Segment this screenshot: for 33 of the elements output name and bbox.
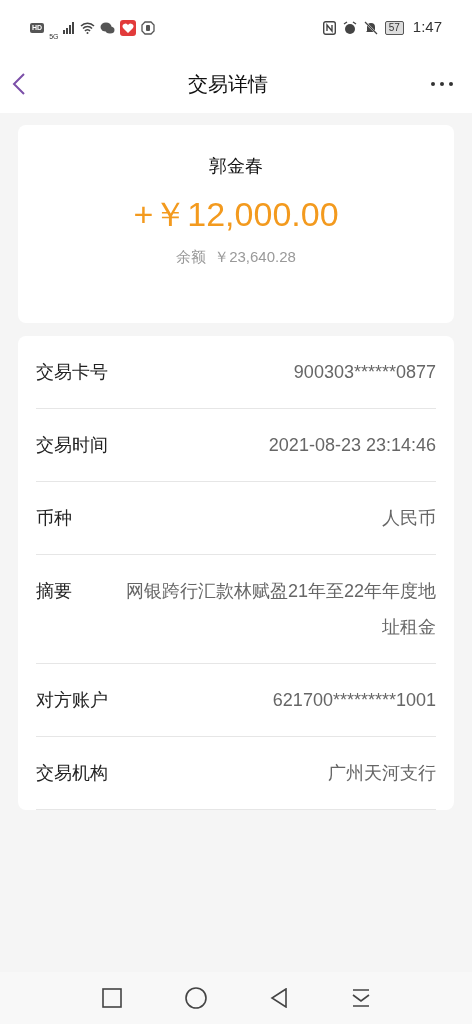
alarm-icon: [342, 20, 357, 35]
detail-label: 对方账户: [36, 689, 108, 712]
detail-value: 网银跨行汇款林赋盈21年至22年年度地址租金: [124, 580, 436, 639]
nfc-icon: [322, 20, 336, 35]
heart-app-icon: [120, 19, 137, 36]
detail-label: 币种: [36, 507, 72, 530]
detail-value: 2021-08-23 23:14:46: [268, 434, 436, 457]
detail-label: 交易卡号: [36, 361, 108, 384]
pull-down-icon[interactable]: [350, 988, 371, 1008]
amount: +￥12,000.00: [133, 194, 339, 235]
balance-label: 余额: [176, 247, 207, 267]
detail-value: 广州天河支行: [328, 762, 436, 785]
shield-icon: [141, 20, 156, 35]
wifi-icon: [80, 21, 96, 34]
detail-value: 人民币: [382, 507, 436, 530]
detail-label: 交易机构: [36, 762, 108, 785]
battery-indicator: 57: [384, 20, 404, 35]
balance-value: ￥23,640.28: [214, 247, 296, 267]
payer-name: 郭金春: [209, 155, 263, 178]
page-title: 交易详情: [188, 72, 268, 97]
back-icon[interactable]: [12, 72, 26, 96]
recent-apps-icon[interactable]: [101, 988, 122, 1008]
home-icon[interactable]: [184, 987, 207, 1009]
chat-icon: [100, 21, 116, 34]
detail-label: 交易时间: [36, 434, 108, 457]
signal-icon: [63, 21, 76, 34]
detail-value: 900303******0877: [293, 361, 436, 384]
status-time: 1:47: [412, 17, 442, 38]
back-nav-icon[interactable]: [269, 988, 288, 1008]
detail-label: 摘要: [36, 580, 72, 603]
mute-bell-icon: [363, 20, 378, 35]
detail-value: 621700*********1001: [272, 689, 436, 712]
more-icon[interactable]: [430, 81, 454, 87]
